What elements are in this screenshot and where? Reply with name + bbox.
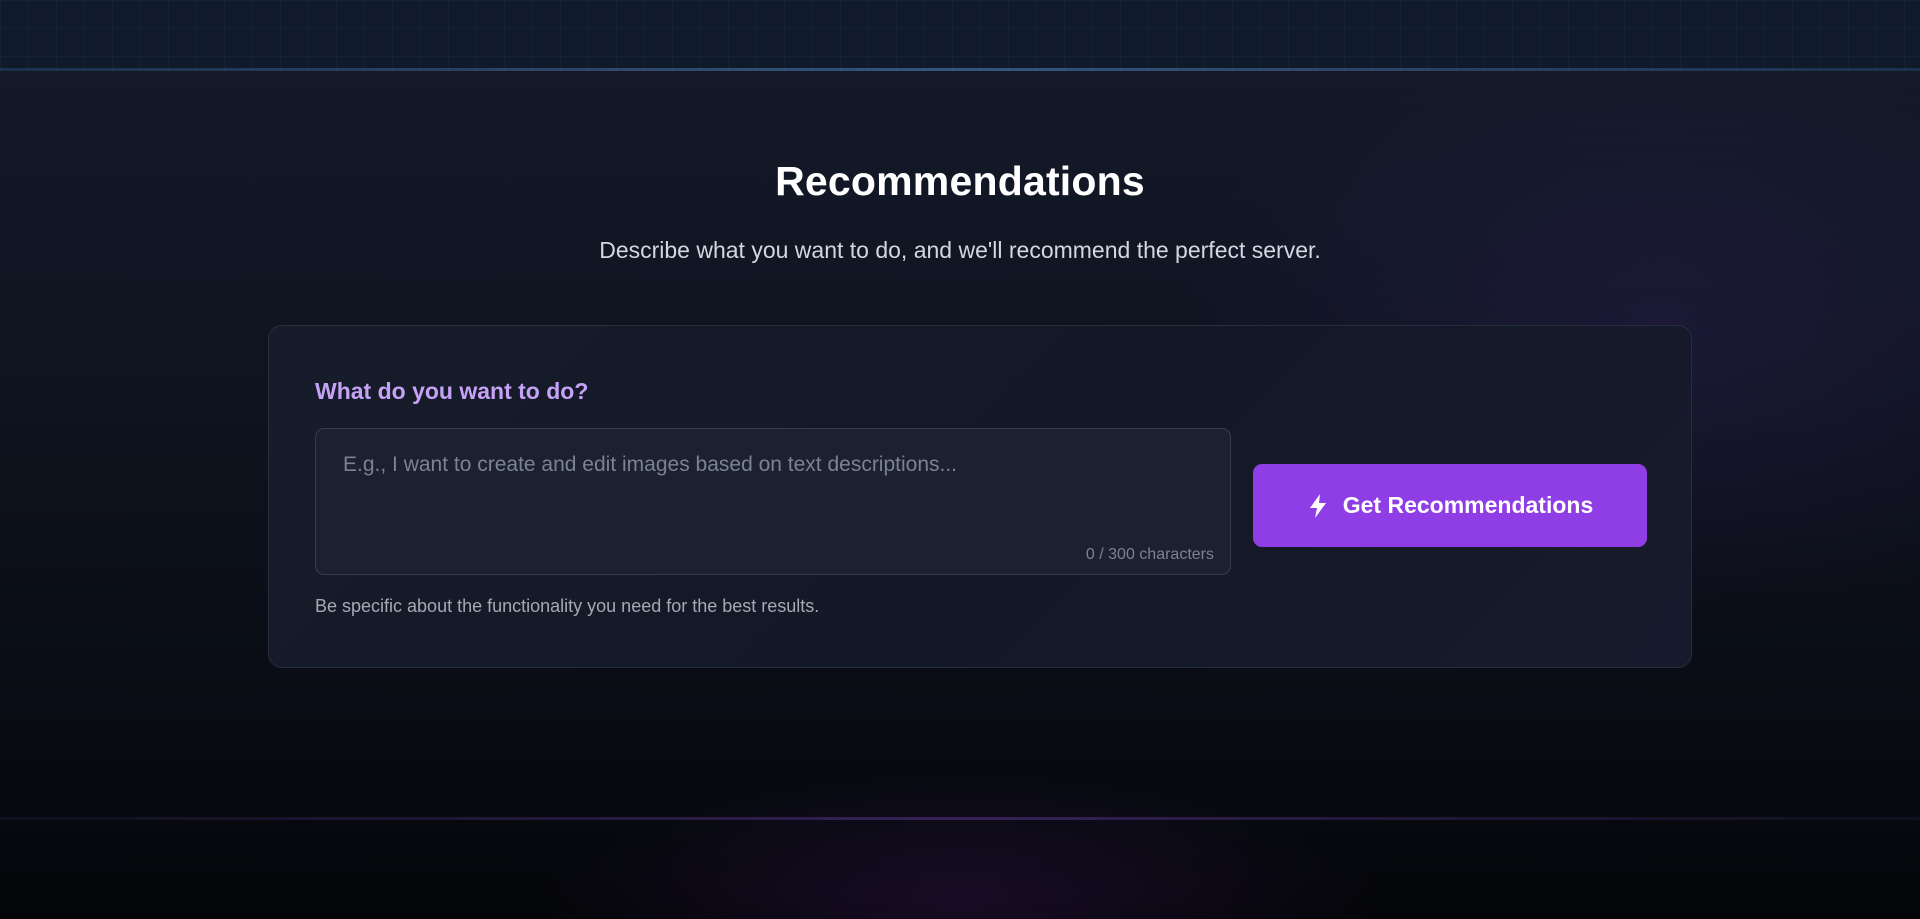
get-recommendations-button[interactable]: Get Recommendations <box>1253 464 1647 547</box>
helper-text: Be specific about the functionality you … <box>315 596 820 616</box>
header-grid-band <box>0 0 1920 70</box>
page: Recommendations Describe what you want t… <box>0 0 1920 919</box>
query-label: What do you want to do? <box>315 378 589 404</box>
recommendation-form-card: What do you want to do? 0 / 300 characte… <box>268 325 1692 668</box>
page-subtitle: Describe what you want to do, and we'll … <box>599 237 1321 263</box>
get-recommendations-label: Get Recommendations <box>1342 492 1594 518</box>
lightning-bolt-icon <box>1307 493 1329 519</box>
query-field: 0 / 300 characters <box>315 428 1231 575</box>
hero-section: Recommendations Describe what you want t… <box>0 158 1920 264</box>
page-title: Recommendations <box>775 158 1145 204</box>
character-counter: 0 / 300 characters <box>1085 546 1214 563</box>
header-divider <box>0 68 1920 71</box>
footer-divider <box>0 817 1920 820</box>
